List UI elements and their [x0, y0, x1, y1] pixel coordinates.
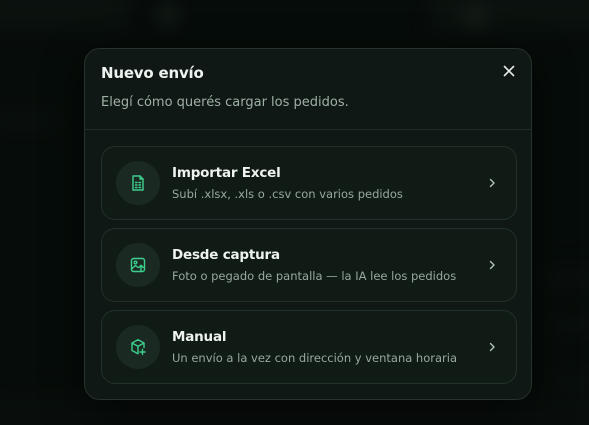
dialog-title: Nuevo envío [101, 64, 204, 82]
option-title: Manual [172, 329, 227, 345]
option-icon-container [116, 161, 160, 205]
header-divider [85, 129, 531, 130]
option-manual[interactable]: Manual Un envío a la vez con dirección y… [101, 310, 517, 384]
option-icon-container [116, 243, 160, 287]
option-title: Desde captura [172, 247, 280, 263]
chevron-right-icon [484, 175, 500, 191]
option-title: Importar Excel [172, 165, 281, 181]
option-import-excel[interactable]: Importar Excel Subí .xlsx, .xls o .csv c… [101, 146, 517, 220]
option-icon-container [116, 325, 160, 369]
option-description: Subí .xlsx, .xls o .csv con varios pedid… [172, 187, 403, 201]
upload-options-list: Importar Excel Subí .xlsx, .xls o .csv c… [101, 146, 517, 392]
new-shipment-dialog: Nuevo envío Elegí cómo querés cargar los… [84, 48, 532, 400]
spreadsheet-file-icon [132, 175, 144, 191]
close-icon [503, 65, 515, 77]
box-add-icon [131, 339, 146, 356]
chevron-right-icon [484, 257, 500, 273]
close-button[interactable] [499, 61, 519, 81]
dialog-subtitle: Elegí cómo querés cargar los pedidos. [101, 95, 349, 110]
option-description: Foto o pegado de pantalla — la IA lee lo… [172, 269, 457, 283]
image-upload-icon [130, 257, 146, 273]
option-from-screenshot[interactable]: Desde captura Foto o pegado de pantalla … [101, 228, 517, 302]
option-description: Un envío a la vez con dirección y ventan… [172, 351, 458, 365]
chevron-right-icon [484, 339, 500, 355]
